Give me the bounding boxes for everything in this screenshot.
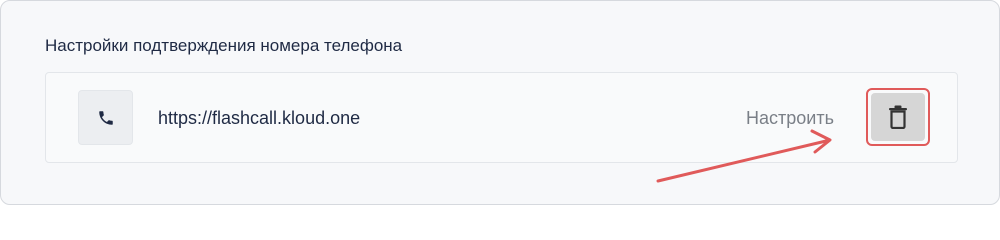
delete-button-highlight: [866, 88, 930, 146]
phone-icon: [98, 110, 113, 125]
verification-item-card: https://flashcall.kloud.one Настроить: [45, 72, 958, 163]
delete-button[interactable]: [871, 93, 925, 141]
trash-icon: [889, 105, 907, 129]
configure-button[interactable]: Настроить: [746, 107, 834, 129]
verification-settings-panel: Настройки подтверждения номера телефона …: [0, 0, 1000, 205]
verification-url: https://flashcall.kloud.one: [158, 108, 361, 128]
phone-icon-box: [78, 90, 133, 145]
section-title: Настройки подтверждения номера телефона: [45, 36, 403, 55]
